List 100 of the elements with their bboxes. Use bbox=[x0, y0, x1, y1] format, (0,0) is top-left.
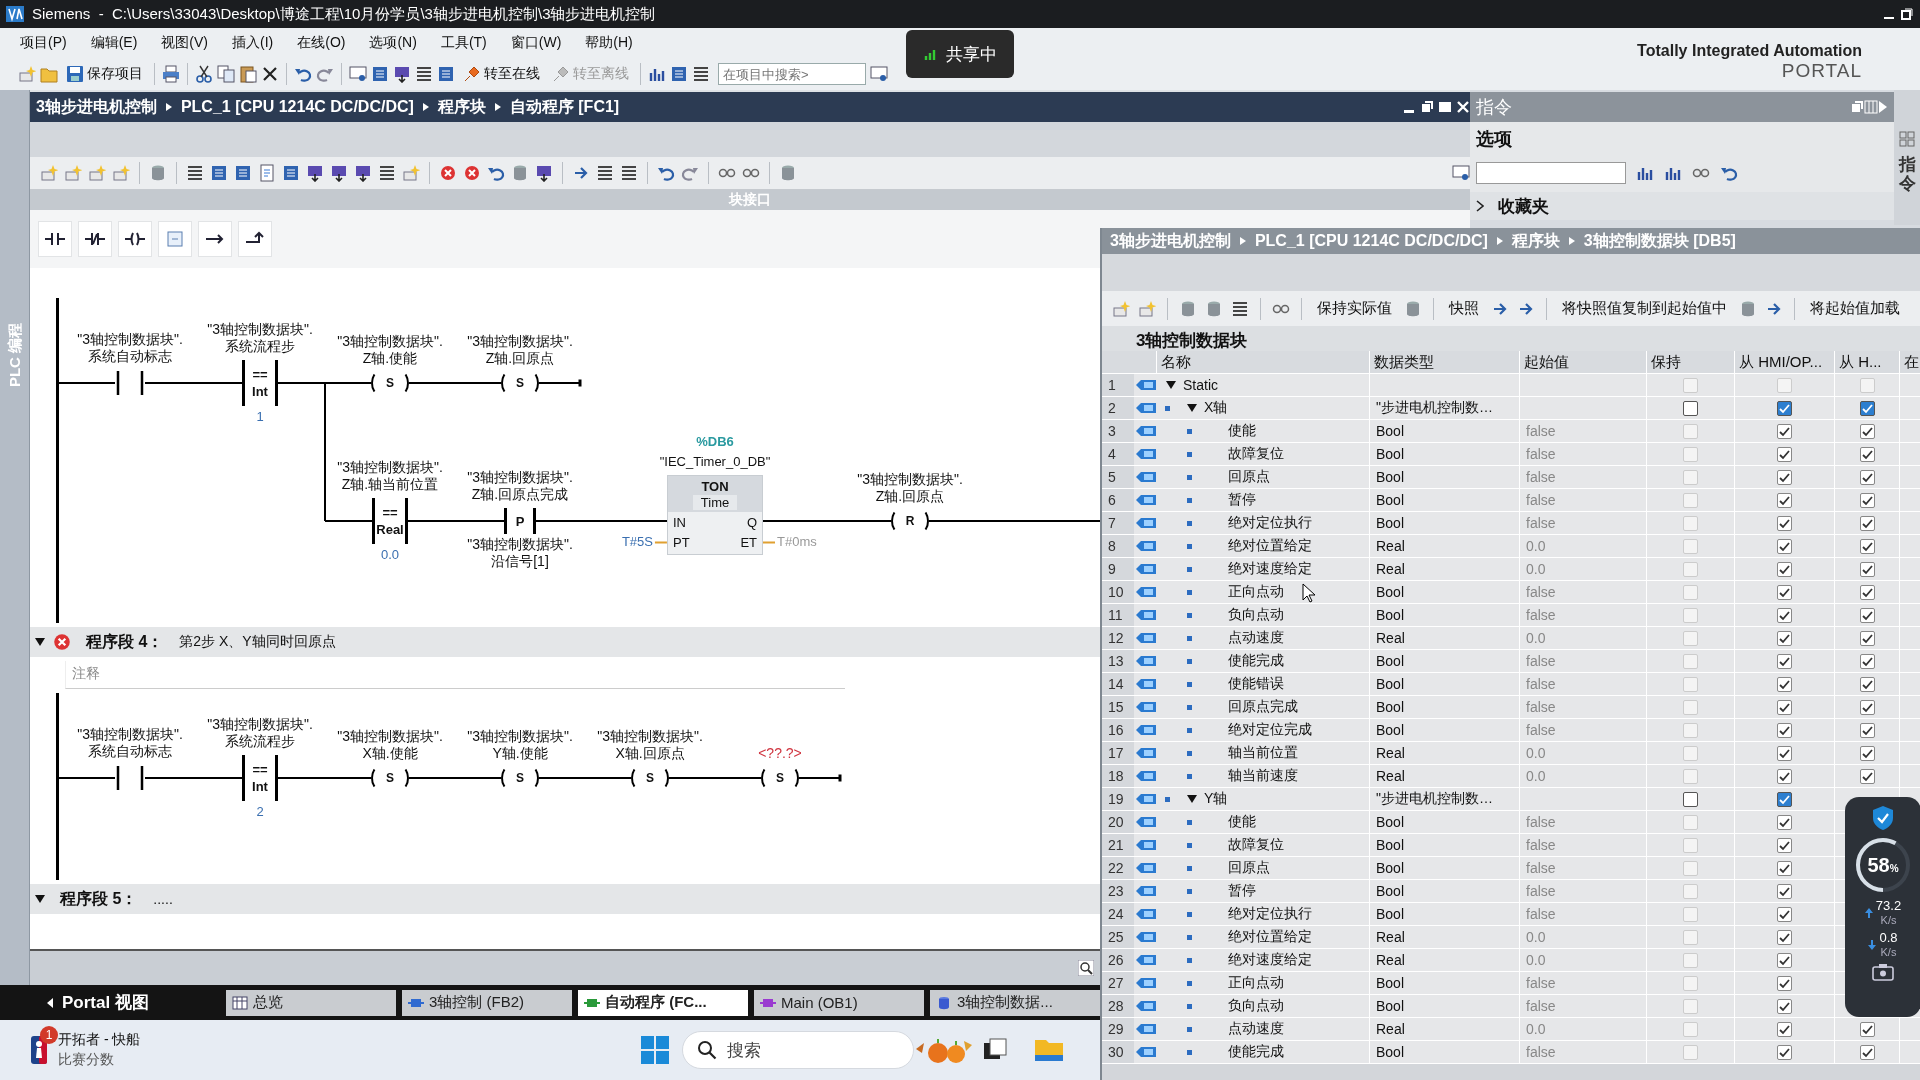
variable-name[interactable]: 故障复位 bbox=[1228, 836, 1284, 854]
toolbar-button[interactable]: 将快照值复制到起始值中 bbox=[1558, 299, 1731, 318]
toolbar-button[interactable]: 将起始值加载 bbox=[1806, 299, 1904, 318]
start-value: false bbox=[1526, 837, 1556, 853]
coil-symbol[interactable]: R bbox=[891, 509, 929, 533]
compare-box[interactable]: == Int bbox=[242, 360, 278, 406]
menu-item[interactable]: 窗口(W) bbox=[498, 34, 574, 52]
variable-name[interactable]: 绝对速度给定 bbox=[1228, 560, 1312, 578]
notification-widget[interactable]: 1 开拓者 - 快船 比赛分数 bbox=[0, 1026, 640, 1074]
row-number: 20 bbox=[1102, 811, 1134, 833]
compare-box[interactable]: == Int bbox=[242, 755, 278, 801]
variable-name[interactable]: 暂停 bbox=[1228, 491, 1256, 509]
data-type: Bool bbox=[1376, 423, 1405, 439]
menu-item[interactable]: 选项(N) bbox=[357, 34, 429, 52]
edge-contact[interactable]: P bbox=[504, 508, 536, 534]
pin-value: T#0ms bbox=[763, 533, 817, 549]
menu-item[interactable]: 帮助(H) bbox=[573, 34, 645, 52]
column-header[interactable]: 名称 bbox=[1157, 351, 1370, 373]
variable-name[interactable]: 回原点 bbox=[1228, 859, 1270, 877]
start-value: false bbox=[1526, 906, 1556, 922]
start-value: false bbox=[1526, 584, 1556, 600]
data-type: Real bbox=[1376, 630, 1405, 646]
variable-name[interactable]: 负向点动 bbox=[1228, 606, 1284, 624]
variable-name[interactable]: 使能 bbox=[1228, 813, 1256, 831]
variable-name[interactable]: 轴当前速度 bbox=[1228, 767, 1298, 785]
compare-operator: == bbox=[252, 366, 268, 383]
variable-name[interactable]: Y轴 bbox=[1204, 790, 1228, 808]
breadcrumb-item[interactable]: PLC_1 [CPU 1214C DC/DC/DC] bbox=[180, 98, 414, 116]
coil-symbol[interactable]: S bbox=[761, 766, 799, 790]
variable-name[interactable]: 故障复位 bbox=[1228, 445, 1284, 463]
menu-item[interactable]: 视图(V) bbox=[149, 34, 220, 52]
menu-item[interactable]: 项目(P) bbox=[8, 34, 79, 52]
variable-name[interactable]: 绝对定位完成 bbox=[1228, 721, 1312, 739]
coil-symbol[interactable]: S bbox=[501, 766, 539, 790]
editor-tab[interactable]: 3轴控制数据... bbox=[930, 989, 1100, 1016]
variable-name[interactable]: 使能完成 bbox=[1228, 652, 1284, 670]
coil-symbol[interactable]: S bbox=[631, 766, 669, 790]
start-value: false bbox=[1526, 492, 1556, 508]
breadcrumb-item[interactable]: 程序块 bbox=[437, 96, 486, 118]
variable-name[interactable]: 绝对定位执行 bbox=[1228, 905, 1312, 923]
data-type: Real bbox=[1376, 929, 1405, 945]
timer-box[interactable]: TON Time IN Q PT ET bbox=[667, 475, 763, 555]
variable-name[interactable]: 绝对位置给定 bbox=[1228, 928, 1312, 946]
variable-name[interactable]: 正向点动 bbox=[1228, 583, 1284, 601]
variable-name[interactable]: 绝对速度给定 bbox=[1228, 951, 1312, 969]
data-type: Bool bbox=[1376, 492, 1405, 508]
network-header[interactable]: 程序段 5： ..... bbox=[30, 884, 1100, 914]
variable-name[interactable]: 使能完成 bbox=[1228, 1043, 1284, 1061]
menu-item[interactable]: 编辑(E) bbox=[78, 34, 150, 52]
editor-tab[interactable]: 总览 bbox=[226, 989, 396, 1016]
menu-item[interactable]: 工具(T) bbox=[428, 34, 499, 52]
coil-symbol[interactable]: S bbox=[501, 371, 539, 395]
column-header[interactable]: 保持 bbox=[1647, 351, 1735, 373]
variable-name[interactable]: 点动速度 bbox=[1228, 629, 1284, 647]
start-value: 0.0 bbox=[1526, 630, 1546, 646]
editor-tab[interactable]: Main (OB1) bbox=[754, 989, 924, 1016]
side-panel[interactable]: 指令 bbox=[1894, 90, 1920, 225]
start-value: 0.0 bbox=[1526, 1021, 1546, 1037]
row-number: 7 bbox=[1102, 512, 1134, 534]
toolbar-button[interactable]: 保存项目 bbox=[62, 65, 147, 83]
search-field[interactable]: 在项目中搜索> bbox=[718, 63, 866, 85]
variable-name[interactable]: 负向点动 bbox=[1228, 997, 1284, 1015]
variable-name[interactable]: 点动速度 bbox=[1228, 1020, 1284, 1038]
portal-view-button[interactable]: Portal 视图 bbox=[40, 990, 220, 1015]
menu-item[interactable]: 插入(I) bbox=[220, 34, 286, 52]
variable-name[interactable]: 暂停 bbox=[1228, 882, 1256, 900]
editor-tab[interactable]: 3轴控制 (FB2) bbox=[402, 989, 572, 1016]
variable-name[interactable]: 使能错误 bbox=[1228, 675, 1284, 693]
comment-field[interactable]: 注释 bbox=[65, 661, 845, 689]
menu-item[interactable]: 在线(O) bbox=[285, 34, 358, 52]
editor-tab[interactable]: 自动程序 (FC... bbox=[578, 989, 748, 1016]
variable-name[interactable]: 绝对定位执行 bbox=[1228, 514, 1312, 532]
breadcrumb-item[interactable]: 自动程序 [FC1] bbox=[509, 96, 620, 118]
favorites-header[interactable]: 收藏夹 bbox=[1470, 192, 1894, 220]
variable-name[interactable]: Static bbox=[1183, 377, 1218, 393]
variable-name[interactable]: 回原点完成 bbox=[1228, 698, 1298, 716]
variable-name[interactable]: 轴当前位置 bbox=[1228, 744, 1298, 762]
coil-symbol[interactable]: S bbox=[371, 371, 409, 395]
data-type: Bool bbox=[1376, 584, 1405, 600]
toolbar-button[interactable]: 保持实际值 bbox=[1313, 299, 1396, 318]
column-header[interactable]: 数据类型 bbox=[1370, 351, 1520, 373]
variable-name[interactable]: 使能 bbox=[1228, 422, 1256, 440]
toolbar-button[interactable]: 快照 bbox=[1445, 299, 1483, 318]
column-header[interactable]: 从 H... bbox=[1835, 351, 1900, 373]
toolbar-button[interactable]: 转至在线 bbox=[459, 65, 544, 83]
network-header[interactable]: 程序段 4： 第2步 X、Y轴同时回原点 bbox=[30, 627, 1100, 657]
coil-symbol[interactable]: S bbox=[371, 766, 409, 790]
window-title: Siemens - C:\Users\33043\Desktop\博途工程\10月份学员\3轴步进电机控制\3轴步进电机控制 bbox=[32, 4, 657, 24]
breadcrumb-item[interactable]: 3轴步进电机控制 bbox=[36, 96, 157, 118]
taskbar-search[interactable]: 搜索 bbox=[682, 1031, 914, 1069]
sharing-badge[interactable]: 共享中 bbox=[906, 30, 1014, 78]
variable-name[interactable]: 绝对位置给定 bbox=[1228, 537, 1312, 555]
side-tab-label[interactable]: 指令 bbox=[1898, 156, 1916, 194]
variable-name[interactable]: 回原点 bbox=[1228, 468, 1270, 486]
variable-name[interactable]: 正向点动 bbox=[1228, 974, 1284, 992]
column-header[interactable]: 从 HMI/OP... bbox=[1735, 351, 1835, 373]
column-header[interactable]: 在 bbox=[1900, 351, 1920, 373]
column-header[interactable]: 起始值 bbox=[1520, 351, 1647, 373]
compare-box[interactable]: == Real bbox=[372, 498, 408, 544]
variable-name[interactable]: X轴 bbox=[1204, 399, 1228, 417]
